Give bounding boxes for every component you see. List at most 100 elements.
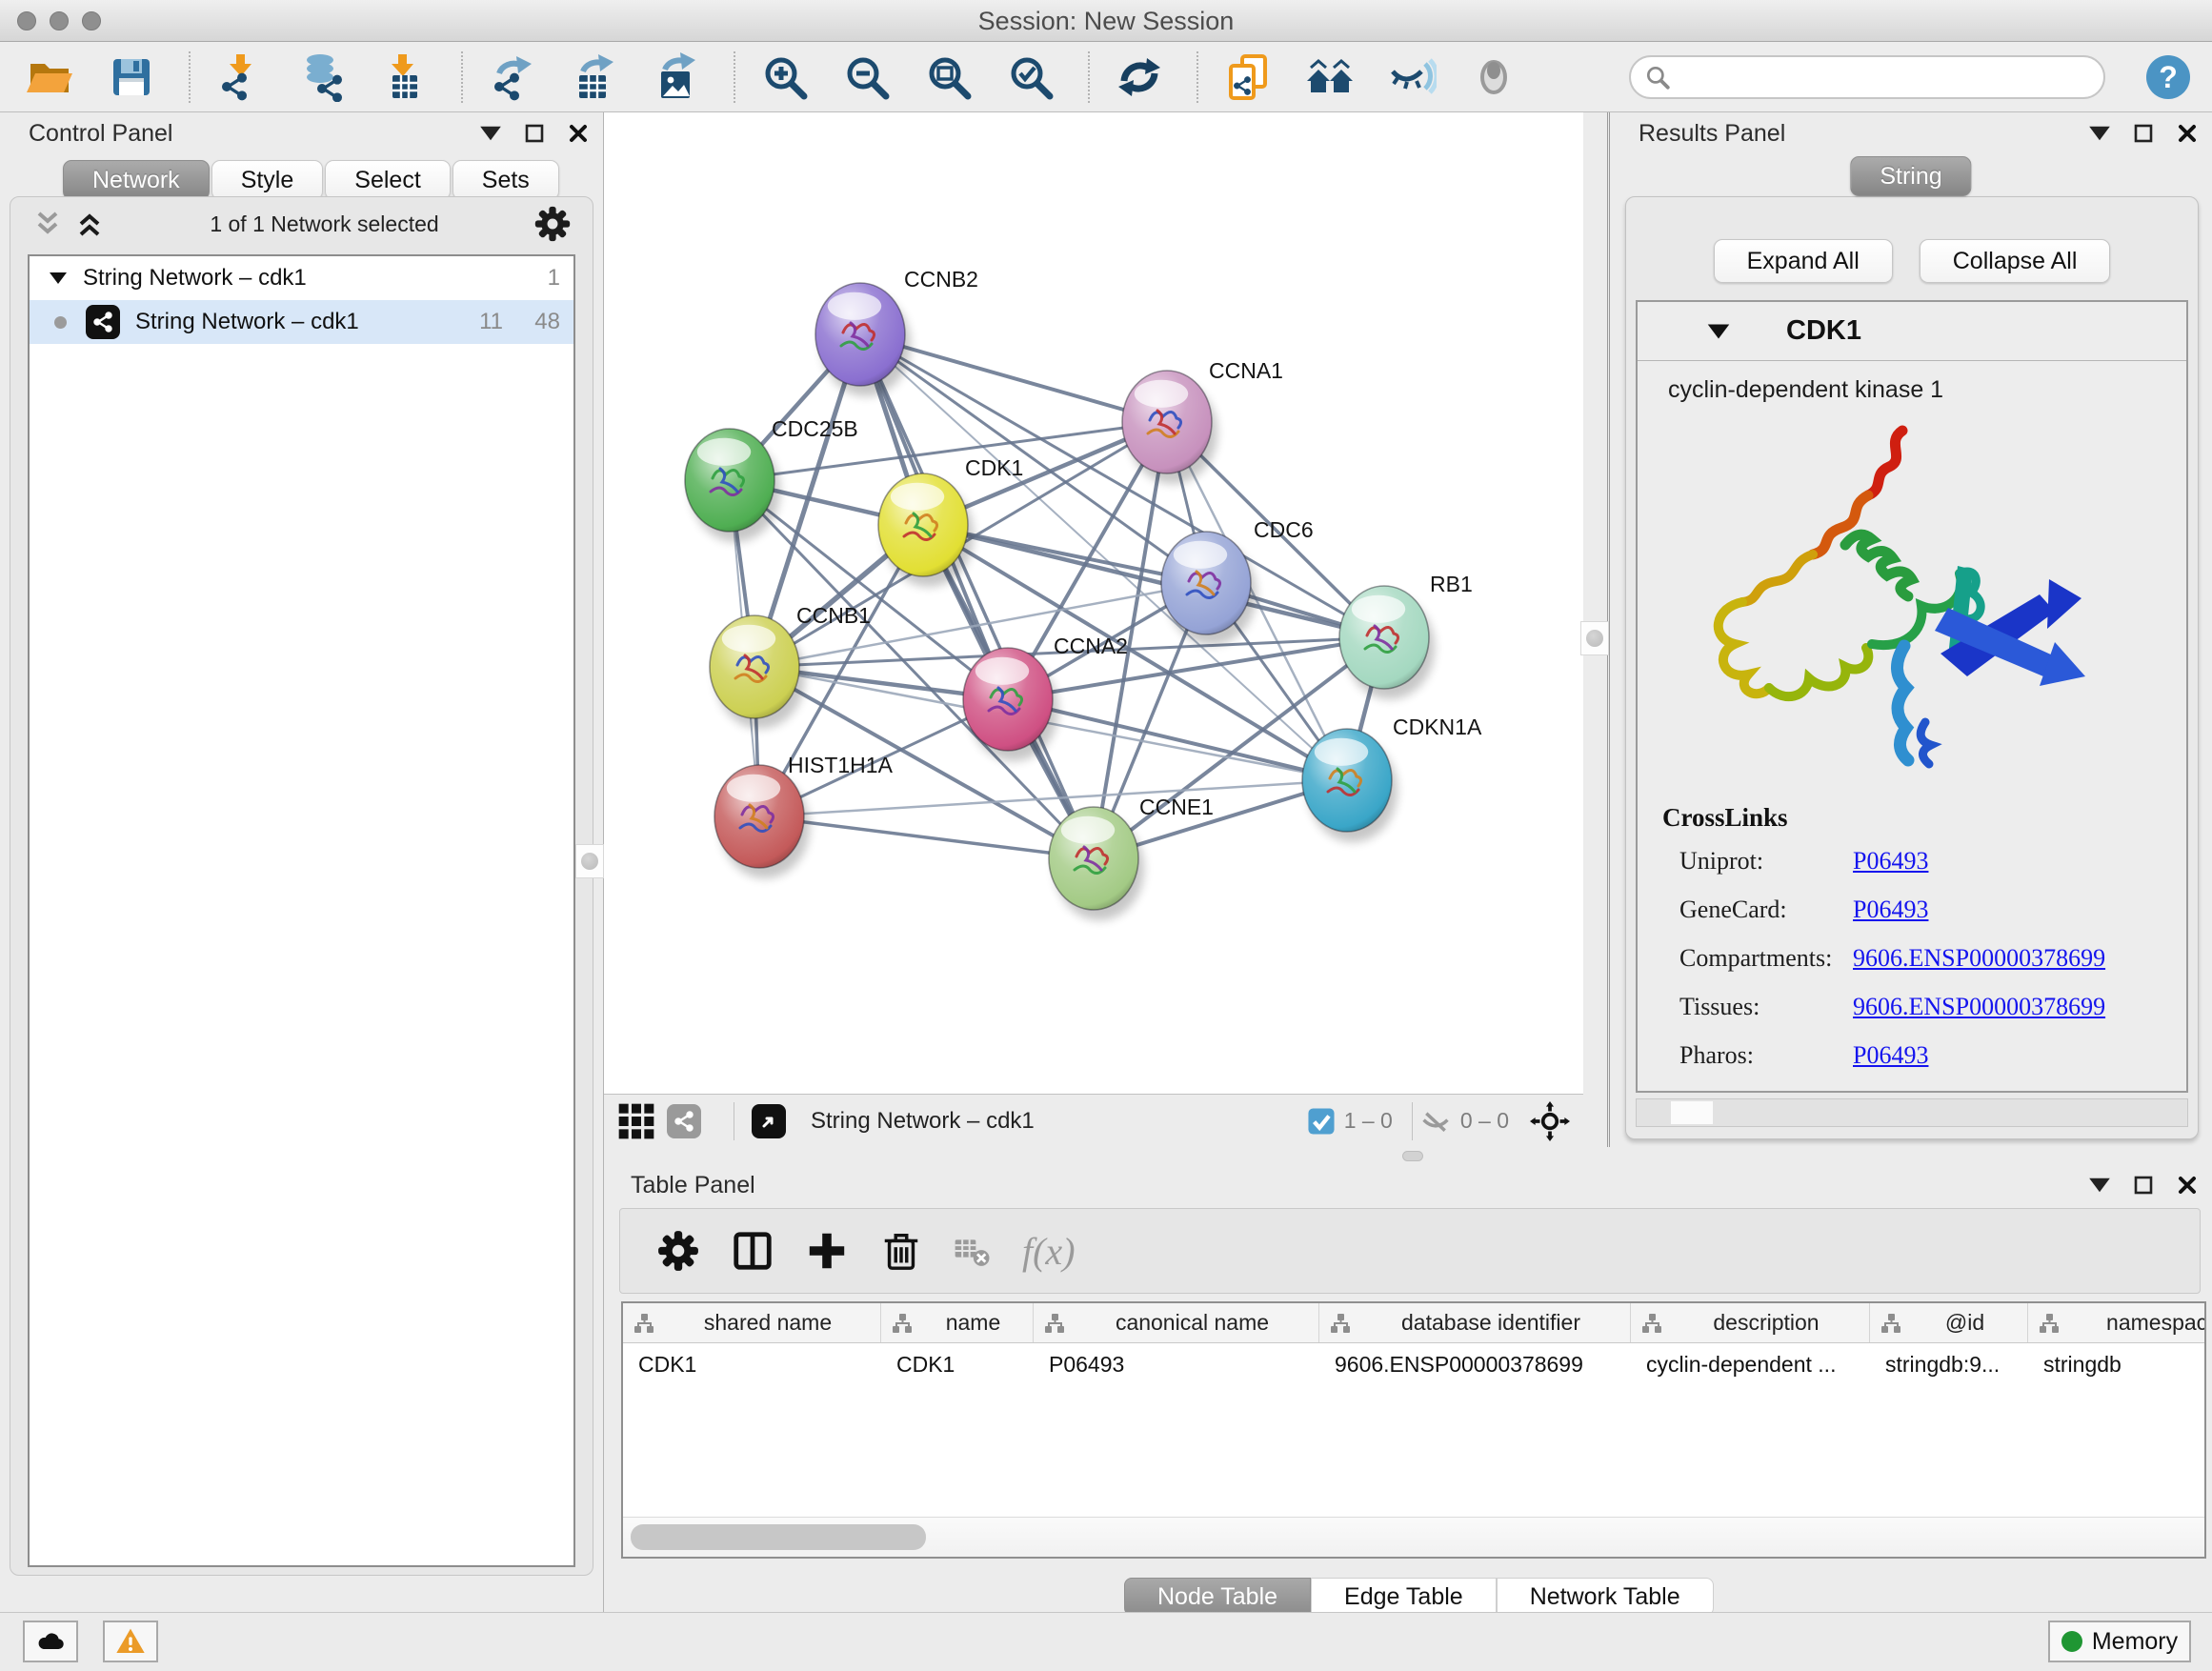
- collection-caret-icon[interactable]: [49, 271, 68, 286]
- panel-close-icon[interactable]: [2176, 122, 2199, 145]
- tab-style[interactable]: Style: [211, 160, 324, 200]
- network-node-CCNB1[interactable]: CCNB1: [710, 603, 871, 729]
- panel-float-icon[interactable]: [2132, 1174, 2155, 1197]
- table-horizontal-scrollbar[interactable]: [623, 1517, 2204, 1557]
- show-all-eye-icon[interactable]: [1469, 52, 1518, 102]
- selected-checkbox-icon[interactable]: [1306, 1106, 1337, 1137]
- results-scrollbar[interactable]: [1636, 1098, 2188, 1127]
- table-cell[interactable]: P06493: [1034, 1343, 1319, 1385]
- warnings-button[interactable]: [103, 1621, 158, 1662]
- hide-selected-icon[interactable]: [1387, 52, 1437, 102]
- string-view-icon[interactable]: [667, 1104, 701, 1138]
- cloud-button[interactable]: [23, 1621, 78, 1662]
- column-header-at-id[interactable]: @id: [1870, 1303, 2028, 1342]
- tab-edge-table[interactable]: Edge Table: [1311, 1578, 1497, 1616]
- collapse-all-button[interactable]: Collapse All: [1920, 239, 2111, 283]
- network-row-selected[interactable]: String Network – cdk1 11 48: [30, 300, 573, 344]
- table-row[interactable]: CDK1CDK1P064939606.ENSP00000378699cyclin…: [623, 1343, 2204, 1385]
- panel-float-icon[interactable]: [2132, 122, 2155, 145]
- network-edge[interactable]: [923, 525, 1384, 637]
- table-options-gear-icon[interactable]: [656, 1229, 700, 1273]
- add-column-icon[interactable]: [805, 1229, 849, 1273]
- clone-network-icon[interactable]: [1223, 52, 1273, 102]
- import-table-from-file-icon[interactable]: [379, 52, 429, 102]
- tab-network[interactable]: Network: [63, 160, 210, 200]
- panel-close-icon[interactable]: [2176, 1174, 2199, 1197]
- refresh-icon[interactable]: [1115, 52, 1164, 102]
- expand-all-icon[interactable]: [73, 210, 106, 238]
- crosslink-link[interactable]: P06493: [1853, 847, 1928, 876]
- save-session-icon[interactable]: [107, 52, 156, 102]
- network-node-CCNB2[interactable]: CCNB2: [815, 267, 978, 396]
- show-columns-icon[interactable]: [731, 1229, 774, 1273]
- panel-float-icon[interactable]: [523, 122, 546, 145]
- tab-string[interactable]: String: [1850, 156, 1971, 196]
- column-header-name[interactable]: name: [881, 1303, 1034, 1342]
- tab-node-table[interactable]: Node Table: [1124, 1578, 1311, 1616]
- export-network-icon[interactable]: [488, 52, 537, 102]
- network-node-CCNE1[interactable]: CCNE1: [1049, 795, 1214, 920]
- gene-collapse-caret-icon[interactable]: [1706, 322, 1731, 341]
- table-cell[interactable]: cyclin-dependent ...: [1631, 1343, 1870, 1385]
- column-header-shared-name[interactable]: shared name: [623, 1303, 881, 1342]
- delete-column-icon[interactable]: [879, 1229, 923, 1273]
- tab-select[interactable]: Select: [325, 160, 450, 200]
- crosslink-link[interactable]: 9606.ENSP00000378699: [1853, 993, 2105, 1021]
- open-session-icon[interactable]: [25, 52, 74, 102]
- horizontal-splitter-grip[interactable]: [1402, 1151, 1423, 1161]
- export-image-icon[interactable]: [652, 52, 701, 102]
- zoom-in-icon[interactable]: [760, 52, 810, 102]
- network-node-RB1[interactable]: RB1: [1339, 572, 1473, 699]
- network-node-CDKN1A[interactable]: CDKN1A: [1302, 715, 1482, 842]
- right-splitter-grip[interactable]: [1580, 621, 1609, 655]
- export-table-icon[interactable]: [570, 52, 619, 102]
- panel-menu-icon[interactable]: [479, 122, 502, 145]
- tab-sets[interactable]: Sets: [452, 160, 559, 200]
- gene-header[interactable]: CDK1: [1638, 302, 2186, 361]
- panel-menu-icon[interactable]: [2088, 1174, 2111, 1197]
- scrollbar-thumb[interactable]: [631, 1524, 926, 1550]
- panel-close-icon[interactable]: [567, 122, 590, 145]
- import-network-from-file-icon[interactable]: [215, 52, 265, 102]
- first-neighbors-icon[interactable]: [1305, 52, 1355, 102]
- tab-network-table[interactable]: Network Table: [1497, 1578, 1714, 1616]
- expand-all-button[interactable]: Expand All: [1714, 239, 1893, 283]
- column-header-canonical-name[interactable]: canonical name: [1034, 1303, 1319, 1342]
- column-header-description[interactable]: description: [1631, 1303, 1870, 1342]
- crosslink-link[interactable]: 9606.ENSP00000378699: [1853, 944, 2105, 973]
- window-minimize-button[interactable]: [50, 11, 69, 30]
- crosslink-link[interactable]: P06493: [1853, 896, 1928, 924]
- column-header-database-identifier[interactable]: database identifier: [1319, 1303, 1631, 1342]
- collapse-all-icon[interactable]: [31, 210, 64, 238]
- panel-menu-icon[interactable]: [2088, 122, 2111, 145]
- window-close-button[interactable]: [17, 11, 36, 30]
- network-collection-row[interactable]: String Network – cdk1 1: [30, 256, 573, 300]
- memory-button[interactable]: Memory: [2048, 1621, 2191, 1662]
- birds-eye-view-icon[interactable]: [752, 1104, 786, 1138]
- import-network-from-database-icon[interactable]: [297, 52, 347, 102]
- network-node-CDC6[interactable]: CDC6: [1161, 517, 1314, 645]
- birdseye-toggle-crosshair-icon[interactable]: [1530, 1101, 1570, 1141]
- network-node-CCNA1[interactable]: CCNA1: [1122, 358, 1283, 484]
- search-input[interactable]: [1629, 55, 2105, 99]
- network-edge-count: 48: [503, 309, 560, 335]
- grid-view-icon[interactable]: [617, 1102, 655, 1140]
- left-splitter-grip[interactable]: [575, 844, 604, 878]
- column-header-namespace[interactable]: namespace: [2028, 1303, 2206, 1342]
- zoom-fit-icon[interactable]: [924, 52, 974, 102]
- network-node-HIST1H1A[interactable]: HIST1H1A: [714, 753, 894, 878]
- zoom-selected-icon[interactable]: [1006, 52, 1056, 102]
- crosslink-link[interactable]: P06493: [1853, 1041, 1928, 1070]
- table-cell[interactable]: stringdb:9...: [1870, 1343, 2028, 1385]
- window-zoom-button[interactable]: [82, 11, 101, 30]
- help-icon[interactable]: ?: [2143, 52, 2193, 102]
- network-options-gear-icon[interactable]: [533, 205, 572, 243]
- zoom-out-icon[interactable]: [842, 52, 892, 102]
- control-panel-title: Control Panel: [29, 120, 172, 148]
- table-cell[interactable]: CDK1: [881, 1343, 1034, 1385]
- network-edge[interactable]: [860, 334, 1094, 858]
- table-cell[interactable]: 9606.ENSP00000378699: [1319, 1343, 1631, 1385]
- table-cell[interactable]: stringdb: [2028, 1343, 2206, 1385]
- table-cell[interactable]: CDK1: [623, 1343, 881, 1385]
- network-canvas[interactable]: CCNB2CCNA1CDC25BCDK1CDC6RB1CCNB1CCNA2CDK…: [604, 112, 1583, 1094]
